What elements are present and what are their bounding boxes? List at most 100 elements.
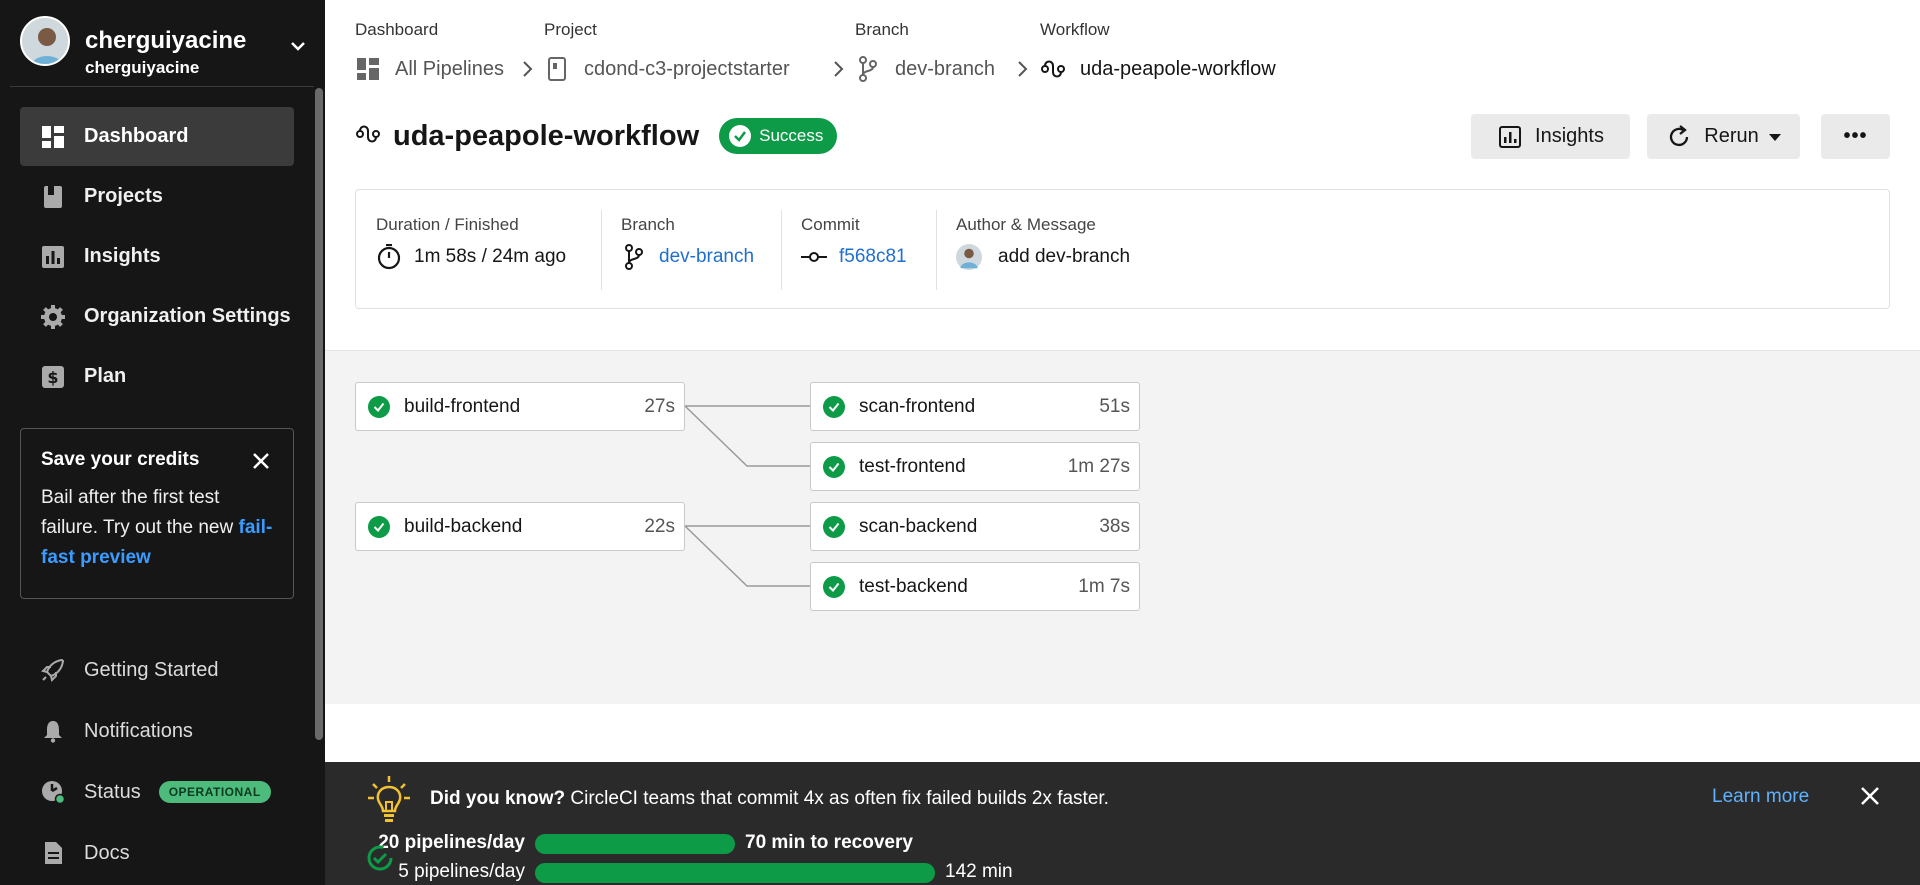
status-badge: Success xyxy=(719,118,838,154)
page-title: uda-peapole-workflow xyxy=(393,119,700,152)
crumb-workflow[interactable]: uda-peapole-workflow xyxy=(1040,54,1276,84)
workflow-graph: build-frontend 27s scan-frontend 51s tes… xyxy=(325,350,1920,704)
nav-label: Status xyxy=(84,780,141,803)
chevron-right-icon xyxy=(523,61,533,77)
meta-value: dev-branch xyxy=(621,242,754,272)
job-test-frontend[interactable]: test-frontend 1m 27s xyxy=(810,442,1140,491)
sidebar-scrollbar[interactable] xyxy=(315,88,323,740)
projects-icon xyxy=(40,184,66,210)
learn-more-link[interactable]: Learn more xyxy=(1712,786,1809,808)
chevron-right-icon xyxy=(834,61,844,77)
main-content: Dashboard Project Branch Workflow All Pi… xyxy=(325,0,1920,885)
insights-icon xyxy=(40,244,66,270)
org-name: cherguiyacine xyxy=(85,27,247,54)
nav-item-insights[interactable]: Insights xyxy=(20,227,294,286)
project-icon xyxy=(544,56,570,82)
branch-link[interactable]: dev-branch xyxy=(659,246,754,268)
commit-icon xyxy=(801,244,827,270)
nav-label: Dashboard xyxy=(84,125,189,147)
branch-icon xyxy=(855,56,881,82)
insights-label: Insights xyxy=(1535,125,1604,147)
insights-icon xyxy=(1497,124,1523,150)
nav-label: Getting Started xyxy=(84,658,219,681)
commit-link[interactable]: f568c81 xyxy=(839,246,907,268)
crumb-text: dev-branch xyxy=(895,57,996,80)
job-name: build-backend xyxy=(404,515,523,537)
job-name: build-frontend xyxy=(404,395,521,417)
duration-value: 1m 58s / 24m ago xyxy=(414,246,567,267)
job-build-frontend[interactable]: build-frontend 27s xyxy=(355,382,685,431)
meta-value: f568c81 xyxy=(801,242,907,272)
job-test-backend[interactable]: test-backend 1m 7s xyxy=(810,562,1140,611)
dashboard-icon xyxy=(40,124,66,150)
divider xyxy=(601,210,602,290)
nav-item-organization-settings[interactable]: Organization Settings xyxy=(20,287,294,346)
meta-label: Author & Message xyxy=(956,215,1096,234)
sidebar: cherguiyacine cherguiyacine Dashboard Pr… xyxy=(0,0,325,885)
nav-item-getting-started[interactable]: Getting Started xyxy=(20,640,294,700)
success-icon xyxy=(823,515,845,538)
recovery-bar xyxy=(535,834,735,854)
status-icon xyxy=(40,779,66,805)
meta-value: 1m 58s / 24m ago xyxy=(376,242,566,272)
crumb-branch[interactable]: dev-branch xyxy=(855,54,995,84)
nav-item-dashboard[interactable]: Dashboard xyxy=(20,107,294,166)
crumb-all-pipelines[interactable]: All Pipelines xyxy=(355,54,504,84)
main-nav: Dashboard Projects Insights Organization… xyxy=(20,107,294,407)
nav-item-status[interactable]: Status OPERATIONAL xyxy=(20,762,294,822)
chevron-down-icon[interactable] xyxy=(286,34,310,58)
job-duration: 51s xyxy=(1099,396,1130,417)
job-scan-frontend[interactable]: scan-frontend 51s xyxy=(810,382,1140,431)
job-name: test-backend xyxy=(859,575,968,597)
bell-icon xyxy=(40,718,66,744)
success-icon xyxy=(823,455,845,478)
nav-item-notifications[interactable]: Notifications xyxy=(20,701,294,761)
svg-text:$: $ xyxy=(47,368,58,387)
success-icon xyxy=(823,575,845,598)
nav-item-plan[interactable]: $ Plan xyxy=(20,347,294,406)
meta-label: Duration / Finished xyxy=(376,215,519,234)
success-icon xyxy=(823,395,845,418)
rerun-button[interactable]: Rerun xyxy=(1647,114,1800,159)
check-icon xyxy=(729,125,752,147)
status-badge: OPERATIONAL xyxy=(158,781,271,803)
avatar xyxy=(20,16,70,66)
job-scan-backend[interactable]: scan-backend 38s xyxy=(810,502,1140,551)
crumb-label: Dashboard xyxy=(355,20,439,39)
more-options-button[interactable]: ••• xyxy=(1821,114,1890,159)
workflow-meta-card: Duration / Finished 1m 58s / 24m ago Bra… xyxy=(355,189,1890,309)
divider xyxy=(781,210,782,290)
crumb-text: uda-peapole-workflow xyxy=(1080,57,1276,80)
credits-title: Save your credits xyxy=(41,449,200,470)
status-text: Success xyxy=(759,126,824,145)
timer-icon xyxy=(376,244,402,270)
nav-label: Projects xyxy=(84,185,163,207)
lightbulb-icon xyxy=(365,774,413,824)
crumb-text: cdond-c3-projectstarter xyxy=(584,57,790,80)
job-duration: 27s xyxy=(644,396,675,417)
dyk-bold: Did you know? xyxy=(430,788,566,809)
crumb-label: Workflow xyxy=(1040,20,1110,39)
nav-label: Plan xyxy=(84,365,127,387)
nav-label: Organization Settings xyxy=(84,305,291,327)
job-build-backend[interactable]: build-backend 22s xyxy=(355,502,685,551)
breadcrumb-labels: Dashboard Project Branch Workflow xyxy=(355,20,1555,40)
job-duration: 1m 7s xyxy=(1078,576,1130,597)
close-icon[interactable] xyxy=(1858,784,1882,808)
stat-row-slow: 5 pipelines/day 142 min xyxy=(365,859,1165,883)
insights-button[interactable]: Insights xyxy=(1471,114,1630,159)
nav-item-projects[interactable]: Projects xyxy=(20,167,294,226)
chevron-right-icon xyxy=(1018,61,1028,77)
stat-row-fast: 20 pipelines/day 70 min to recovery xyxy=(365,830,1165,854)
breadcrumb: All Pipelines cdond-c3-projectstarter de… xyxy=(355,54,1555,84)
crumb-project[interactable]: cdond-c3-projectstarter xyxy=(544,54,790,84)
dollar-icon: $ xyxy=(40,364,66,390)
nav-label: Notifications xyxy=(84,719,193,742)
nav-item-docs[interactable]: Docs xyxy=(20,823,294,883)
job-name: scan-backend xyxy=(859,515,978,537)
rerun-label: Rerun xyxy=(1704,125,1759,147)
org-switcher[interactable]: cherguiyacine cherguiyacine xyxy=(20,16,310,77)
close-icon[interactable] xyxy=(251,451,271,471)
workflow-header: uda-peapole-workflow Success xyxy=(355,116,838,156)
commit-message: add dev-branch xyxy=(998,246,1131,267)
